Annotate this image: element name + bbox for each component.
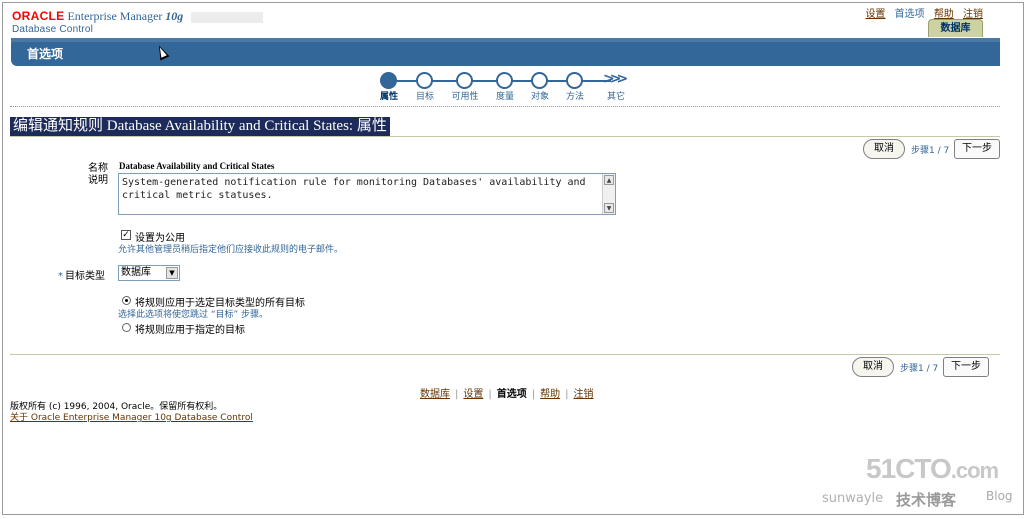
global-links: 设置 首选项 帮助 注销 <box>859 5 983 20</box>
footer-separator: | <box>531 389 536 400</box>
public-checkbox[interactable]: ✓ <box>121 230 131 240</box>
train-label-availability[interactable]: 可用性 <box>445 89 485 102</box>
product-version: 10g <box>165 9 184 23</box>
public-hint: 允许其他管理员稍后指定他们应接收此规则的电子邮件。 <box>118 245 344 255</box>
watermark-blog-cn: 技术博客 <box>896 491 957 509</box>
step-indicator-bottom: 步骤1 / 7 <box>900 364 939 374</box>
description-textarea[interactable]: System-generated notification rule for m… <box>118 173 616 215</box>
target-type-select[interactable]: 数据库 ▼ <box>118 265 180 281</box>
footer-link-setup[interactable]: 设置 <box>463 389 483 400</box>
description-text: System-generated notification rule for m… <box>122 177 592 201</box>
footer-current-preferences: 首选项 <box>496 389 527 400</box>
radio-apply-all[interactable] <box>122 296 131 305</box>
about-link[interactable]: 关于 Oracle Enterprise Manager 10g Databas… <box>10 410 253 423</box>
bottom-rule <box>10 354 1000 355</box>
train-label-targets[interactable]: 目标 <box>405 89 445 102</box>
train-label-methods[interactable]: 方法 <box>555 89 595 102</box>
radio-apply-all-hint: 选择此选项将使您跳过 “目标” 步骤。 <box>118 310 269 320</box>
oracle-branding: ORACLE Enterprise Manager 10g Database Co… <box>12 9 264 35</box>
global-link-setup[interactable]: 设置 <box>865 9 885 20</box>
chevron-down-icon[interactable]: ▼ <box>166 267 178 279</box>
footer-link-database[interactable]: 数据库 <box>420 389 450 400</box>
cancel-button-top[interactable]: 取消 <box>863 139 905 159</box>
target-type-label: * 目标类型 <box>58 267 105 282</box>
required-icon: * <box>58 271 63 282</box>
step-indicator-top: 步骤1 / 7 <box>911 146 950 156</box>
footer-link-logout[interactable]: 注销 <box>574 389 594 400</box>
watermark-site: 51CTO <box>866 453 952 484</box>
train-step-6[interactable] <box>566 72 583 89</box>
dotted-separator <box>10 106 1000 107</box>
product-name: Enterprise Manager <box>67 9 163 23</box>
watermark-user: sunwayle <box>822 491 884 506</box>
product-subtitle: Database Control <box>12 24 94 35</box>
footer-links: 数据库 | 设置 | 首选项 | 帮助 | 注销 <box>420 385 594 400</box>
train-end-arrow-icon: >>> <box>603 71 628 87</box>
watermark-logo: 51CTO.com <box>866 453 999 485</box>
train-step-2[interactable] <box>416 72 433 89</box>
watermark-blog-en: Blog <box>986 489 1013 503</box>
next-button-bottom[interactable]: 下一步 <box>943 357 989 377</box>
wizard-train: >>> 属性 目标 可用性 度量 对象 方法 其它 <box>375 70 635 102</box>
cancel-button-bottom[interactable]: 取消 <box>852 357 894 377</box>
footer-separator: | <box>488 389 492 400</box>
train-step-3[interactable] <box>456 72 473 89</box>
train-label-metrics[interactable]: 度量 <box>485 89 525 102</box>
target-type-label-text: 目标类型 <box>65 271 105 282</box>
scroll-up-icon[interactable]: ▲ <box>604 175 614 185</box>
train-step-5[interactable] <box>531 72 548 89</box>
scroll-down-icon[interactable]: ▼ <box>604 203 614 213</box>
nav-bar-highlight <box>11 38 1000 42</box>
oracle-logo: ORACLE <box>12 9 65 23</box>
textarea-scrollbar[interactable]: ▲ ▼ <box>602 174 615 214</box>
footer-link-help[interactable]: 帮助 <box>540 389 560 400</box>
tab-database[interactable]: 数据库 <box>928 19 983 37</box>
name-value: Database Availability and Critical State… <box>119 161 275 171</box>
next-button-top[interactable]: 下一步 <box>954 139 1000 159</box>
radio-apply-specific-label: 将规则应用于指定的目标 <box>135 325 245 336</box>
train-step-4[interactable] <box>496 72 513 89</box>
radio-apply-specific[interactable] <box>122 323 131 332</box>
redacted-area <box>191 11 264 23</box>
watermark-domain: .com <box>950 458 999 483</box>
title-rule <box>10 136 1000 137</box>
train-label-properties: 属性 <box>379 92 398 102</box>
global-link-preferences[interactable]: 首选项 <box>895 9 925 20</box>
footer-separator: | <box>455 389 459 400</box>
train-label-objects[interactable]: 对象 <box>520 89 560 102</box>
train-step-1 <box>380 72 397 89</box>
footer-separator: | <box>565 389 569 400</box>
description-label: 说明 <box>88 175 108 186</box>
nav-bar-title: 首选项 <box>27 47 64 61</box>
train-label-other[interactable]: 其它 <box>596 89 636 102</box>
target-type-value: 数据库 <box>121 267 151 278</box>
page-title: 编辑通知规则 Database Availability and Critica… <box>10 117 390 136</box>
